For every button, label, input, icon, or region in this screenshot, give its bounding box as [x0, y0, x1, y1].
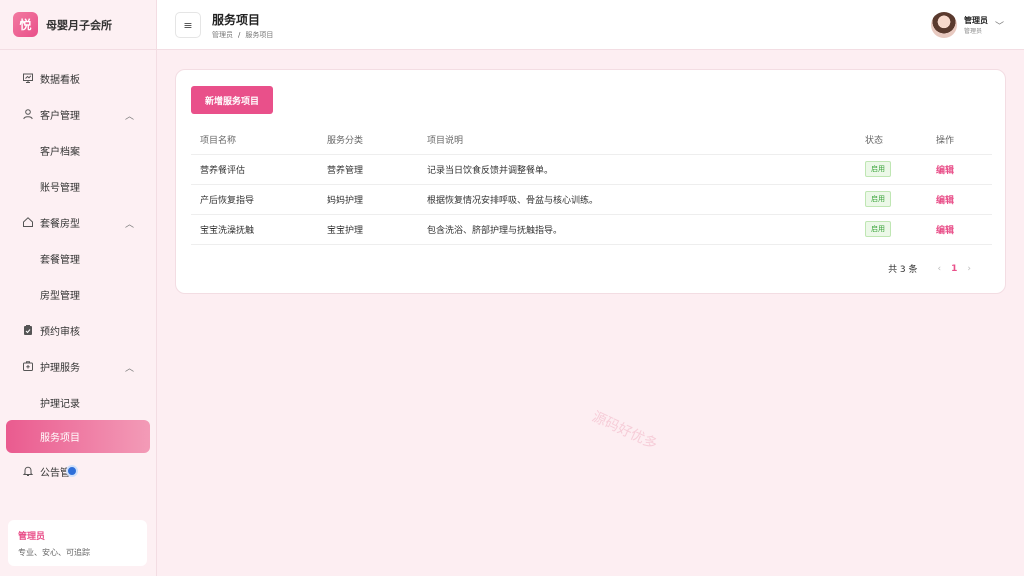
chevron-right-icon[interactable]: ›: [967, 264, 971, 274]
menu-toggle-icon[interactable]: ≡: [175, 12, 201, 38]
cell-desc: 包含洗浴、脐部护理与抚触指导。: [418, 214, 856, 245]
column-header: 项目说明: [418, 126, 856, 155]
cell-name: 产后恢复指导: [191, 184, 318, 215]
sidebar-item-announcements[interactable]: 公告管: [0, 453, 156, 489]
column-header: 操作: [927, 126, 992, 155]
status-badge: 启用: [865, 221, 891, 237]
sidebar-item-customers[interactable]: 客户管理 ︿: [0, 96, 156, 132]
dashboard-icon: [22, 72, 34, 84]
home-icon: [22, 216, 34, 228]
cell-status: 启用: [856, 184, 927, 215]
user-menu[interactable]: 管理员 管理员 ﹀: [930, 12, 1004, 38]
chevron-up-icon: ︿: [124, 220, 134, 230]
cell-name: 营养餐评估: [191, 154, 318, 185]
breadcrumb-separator: /: [238, 31, 241, 39]
breadcrumb: 管理员 / 服务项目: [212, 30, 273, 40]
avatar: [930, 12, 957, 38]
table-row: 产后恢复指导 妈妈护理 根据恢复情况安排呼吸、骨盆与核心训练。 启用 编辑: [191, 184, 992, 215]
sidebar-item-nursing-records[interactable]: 护理记录: [0, 384, 156, 420]
cell-status: 启用: [856, 214, 927, 245]
user-icon: [22, 108, 34, 120]
floating-assistant-icon[interactable]: [66, 465, 78, 477]
admin-card-name: 管理员: [18, 532, 46, 542]
sidebar: 悦 母婴月子会所 数据看板 客户管理 ︿ 客户档案 账号管理 套餐房型 ︿ 套餐…: [0, 0, 157, 576]
sidebar-item-customer-files[interactable]: 客户档案: [0, 132, 156, 168]
chevron-down-icon: ﹀: [994, 21, 1004, 32]
sidebar-item-label: 房型管理: [40, 290, 80, 302]
page-title: 服务项目: [212, 13, 261, 27]
sidebar-item-label: 套餐房型: [40, 218, 80, 230]
breadcrumb-item[interactable]: 管理员: [212, 31, 233, 39]
cell-name: 宝宝洗澡抚触: [191, 214, 318, 245]
watermark: 源码好优多: [589, 408, 660, 453]
chevron-up-icon: ︿: [124, 364, 134, 374]
sidebar-item-accounts[interactable]: 账号管理: [0, 168, 156, 204]
brand-name: 母婴月子会所: [46, 18, 112, 32]
sidebar-item-label: 账号管理: [40, 182, 80, 194]
table-row: 营养餐评估 营养管理 记录当日饮食反馈并调整餐单。 启用 编辑: [191, 154, 992, 185]
pagination-current-page[interactable]: 1: [951, 264, 957, 274]
user-role: 管理员: [963, 28, 982, 35]
sidebar-item-reservations[interactable]: 预约审核: [0, 312, 156, 348]
admin-card-desc: 专业、安心、可追踪: [18, 548, 90, 557]
edit-link[interactable]: 编辑: [936, 226, 954, 236]
sidebar-item-packages-rooms[interactable]: 套餐房型 ︿: [0, 204, 156, 240]
chevron-left-icon[interactable]: ‹: [938, 264, 942, 274]
pagination-total: 共 3 条: [888, 265, 918, 275]
sidebar-item-label: 数据看板: [40, 74, 80, 86]
clipboard-icon: [22, 324, 34, 336]
breadcrumb-item: 服务项目: [245, 31, 274, 39]
cell-action: 编辑: [927, 154, 992, 185]
pagination: 共 3 条 ‹ 1 ›: [888, 262, 981, 276]
sidebar-item-nursing[interactable]: 护理服务 ︿: [0, 348, 156, 384]
sidebar-item-service-items[interactable]: 服务项目: [6, 420, 150, 453]
cell-action: 编辑: [927, 184, 992, 215]
sidebar-item-label: 服务项目: [40, 433, 80, 444]
add-service-item-button[interactable]: 新增服务项目: [191, 86, 273, 114]
medical-box-icon: [22, 360, 34, 372]
service-items-table: 项目名称 服务分类 项目说明 状态 操作 营养餐评估 营养管理 记录当日饮食反馈…: [191, 126, 992, 245]
status-badge: 启用: [865, 161, 891, 177]
chevron-up-icon: ︿: [124, 112, 134, 122]
sidebar-item-rooms[interactable]: 房型管理: [0, 276, 156, 312]
cell-category: 宝宝护理: [318, 214, 418, 245]
sidebar-item-label: 客户档案: [40, 146, 80, 158]
cell-desc: 根据恢复情况安排呼吸、骨盆与核心训练。: [418, 184, 856, 215]
cell-category: 妈妈护理: [318, 184, 418, 215]
admin-card: 管理员 专业、安心、可追踪: [8, 520, 147, 566]
sidebar-item-label: 护理服务: [40, 362, 80, 374]
column-header: 状态: [856, 126, 927, 155]
table-header-row: 项目名称 服务分类 项目说明 状态 操作: [191, 126, 992, 155]
sidebar-item-label: 护理记录: [40, 398, 80, 410]
sidebar-item-label: 预约审核: [40, 326, 80, 338]
sidebar-item-dashboard[interactable]: 数据看板: [0, 60, 156, 96]
column-header: 项目名称: [191, 126, 318, 155]
user-name: 管理员: [963, 16, 988, 25]
sidebar-item-label: 套餐管理: [40, 254, 80, 266]
sidebar-item-packages[interactable]: 套餐管理: [0, 240, 156, 276]
bell-icon: [22, 465, 34, 477]
cell-status: 启用: [856, 154, 927, 185]
status-badge: 启用: [865, 191, 891, 207]
table-row: 宝宝洗澡抚触 宝宝护理 包含洗浴、脐部护理与抚触指导。 启用 编辑: [191, 214, 992, 245]
header: ≡ 服务项目 管理员 / 服务项目 管理员 管理员 ﹀: [157, 0, 1024, 50]
brand[interactable]: 悦 母婴月子会所: [0, 0, 156, 50]
edit-link[interactable]: 编辑: [936, 166, 954, 176]
cell-action: 编辑: [927, 214, 992, 245]
cell-category: 营养管理: [318, 154, 418, 185]
sidebar-menu: 数据看板 客户管理 ︿ 客户档案 账号管理 套餐房型 ︿ 套餐管理 房型管理 预…: [0, 60, 156, 489]
brand-logo: 悦: [13, 12, 38, 37]
edit-link[interactable]: 编辑: [936, 196, 954, 206]
service-items-card: 新增服务项目 项目名称 服务分类 项目说明 状态 操作 营养餐评估 营养管理 记…: [175, 69, 1006, 294]
cell-desc: 记录当日饮食反馈并调整餐单。: [418, 154, 856, 185]
column-header: 服务分类: [318, 126, 418, 155]
user-info: 管理员 管理员: [964, 15, 988, 35]
sidebar-item-label: 客户管理: [40, 110, 80, 122]
